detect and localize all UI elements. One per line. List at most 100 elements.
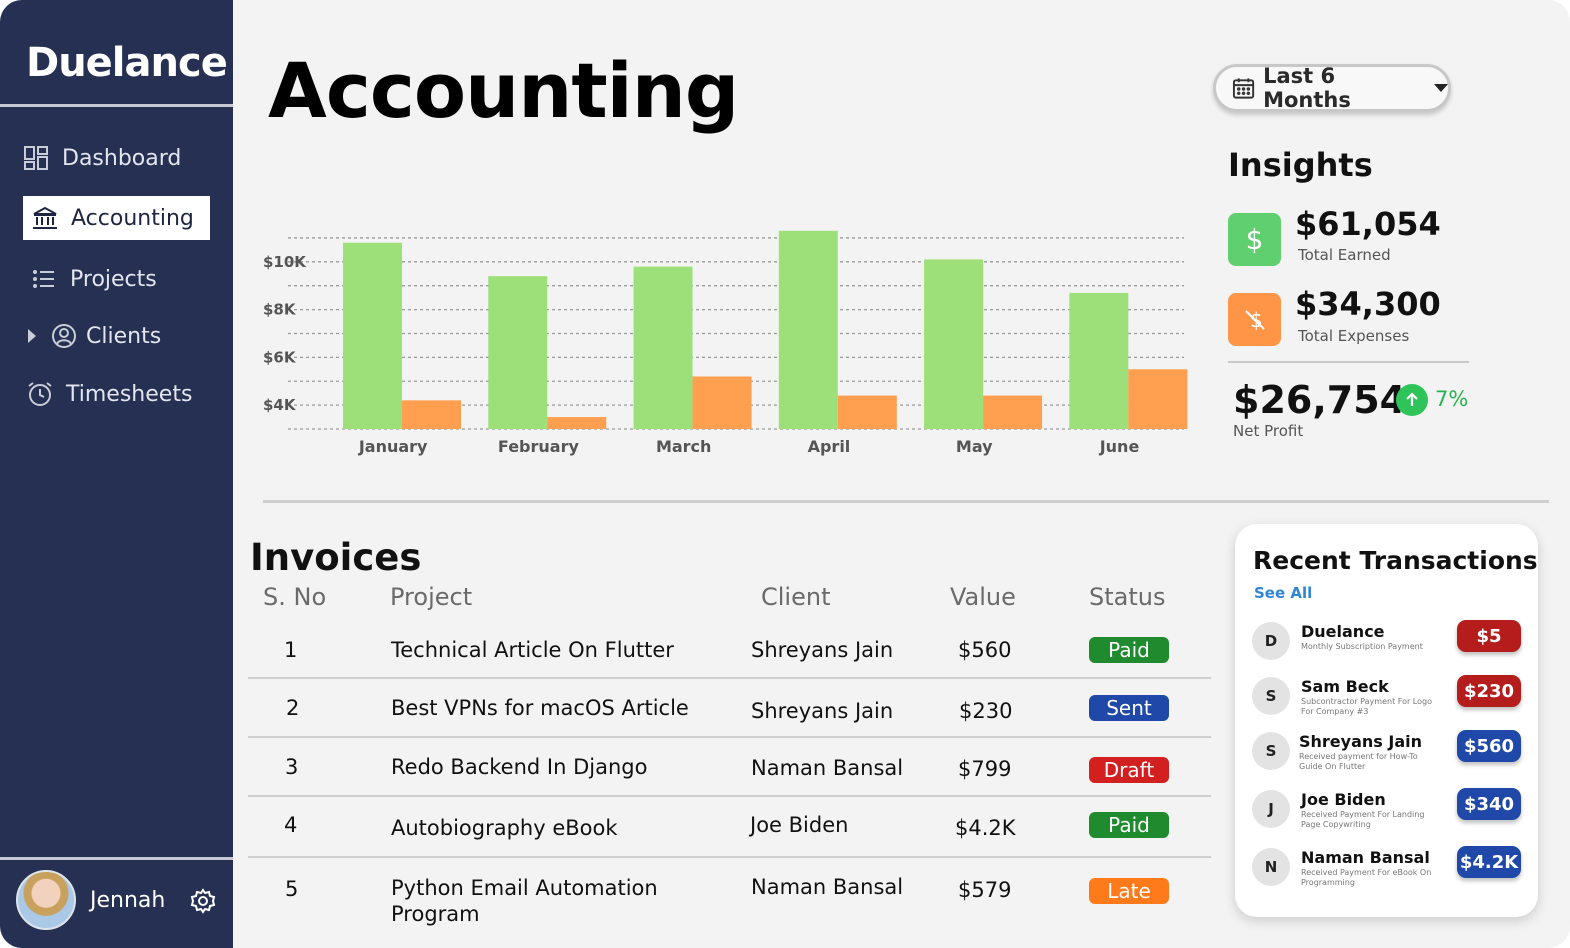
bar-expenses[interactable] (692, 376, 752, 429)
bar-earned[interactable] (778, 230, 838, 429)
bar-earned[interactable] (488, 276, 548, 429)
x-tick-label: February (498, 437, 580, 456)
sidebar-item-accounting[interactable]: Accounting (23, 196, 210, 240)
cell-value: $560 (958, 638, 1012, 662)
transaction-description: Received Payment For eBook On Programmin… (1301, 868, 1432, 887)
status-badge[interactable]: Late (1089, 878, 1169, 904)
bank-icon (31, 204, 59, 232)
transaction-description: Subcontractor Payment For Logo For Compa… (1301, 697, 1432, 716)
brand-logo[interactable]: Duelance (26, 40, 228, 86)
gear-icon[interactable] (190, 888, 216, 914)
transaction-description: Received payment for How-To Guide On Flu… (1299, 752, 1418, 771)
total-expenses-label: Total Expenses (1298, 327, 1410, 345)
sidebar-item-label: Projects (70, 266, 157, 292)
sidebar-divider (0, 857, 233, 860)
bar-expenses[interactable] (983, 395, 1043, 429)
sidebar-divider (0, 104, 233, 107)
transaction-item[interactable]: N Naman Bansal Received Payment For eBoo… (1252, 846, 1524, 890)
status-badge[interactable]: Sent (1089, 695, 1169, 721)
bar-earned[interactable] (924, 259, 984, 429)
transaction-description: Monthly Subscription Payment (1301, 642, 1423, 651)
arrow-up-icon (1396, 384, 1428, 416)
transaction-amount: $4.2K (1457, 846, 1521, 878)
bar-expenses[interactable] (837, 395, 897, 429)
sidebar: Duelance Dashboard Accounting Projects C… (0, 0, 233, 948)
user-name: Jennah (90, 887, 166, 913)
sidebar-item-dashboard[interactable]: Dashboard (22, 136, 181, 180)
column-header-client: Client (761, 583, 831, 611)
sidebar-item-label: Clients (86, 323, 162, 349)
transaction-item[interactable]: D Duelance Monthly Subscription Payment … (1252, 620, 1524, 664)
table-row[interactable]: 2 Best VPNs for macOS Article Shreyans J… (248, 681, 1211, 738)
section-divider (263, 500, 1549, 503)
bar-earned[interactable] (633, 266, 693, 429)
x-tick-label: January (358, 437, 428, 456)
table-row[interactable]: 4 Autobiography eBook Joe Biden $4.2K Pa… (248, 799, 1211, 858)
avatar[interactable] (16, 870, 76, 930)
cell-sno: 2 (286, 696, 300, 720)
transaction-item[interactable]: S Shreyans Jain Received payment for How… (1252, 730, 1524, 774)
x-tick-label: March (656, 437, 711, 456)
cell-client: Naman Bansal (751, 756, 904, 780)
avatar: D (1252, 622, 1290, 660)
net-profit-label: Net Profit (1233, 422, 1304, 440)
column-header-value: Value (950, 583, 1016, 611)
transaction-amount: $340 (1457, 788, 1521, 820)
no-dollar-icon: $ (1228, 293, 1281, 346)
transaction-description: Received Payment For Landing Page Copywr… (1301, 810, 1425, 829)
y-tick-label: $6K (263, 348, 297, 366)
income-expense-chart: $4K $6K $8K $10K January February March April Ma… (263, 230, 1188, 456)
invoices-title: Invoices (250, 536, 422, 579)
cell-project: Best VPNs for macOS Article (391, 696, 689, 720)
avatar: N (1252, 848, 1290, 886)
bar-expenses[interactable] (402, 400, 461, 429)
insights-title: Insights (1228, 146, 1373, 184)
transaction-name: Naman Bansal (1301, 848, 1430, 867)
see-all-link[interactable]: See All (1254, 584, 1312, 602)
transaction-name: Shreyans Jain (1299, 732, 1422, 751)
sidebar-item-projects[interactable]: Projects (30, 257, 157, 301)
bar-earned[interactable] (1069, 292, 1129, 429)
chevron-right-icon[interactable] (28, 329, 36, 343)
bar-expenses[interactable] (547, 417, 607, 429)
status-badge[interactable]: Paid (1089, 637, 1169, 663)
status-badge[interactable]: Paid (1089, 812, 1169, 838)
transaction-item[interactable]: J Joe Biden Received Payment For Landing… (1252, 788, 1524, 832)
column-header-status: Status (1089, 583, 1166, 611)
avatar: J (1252, 790, 1290, 828)
list-icon (30, 265, 58, 293)
bar-expenses[interactable] (1128, 369, 1188, 429)
cell-sno: 5 (285, 877, 299, 901)
cell-sno: 1 (284, 638, 298, 662)
bar-earned[interactable] (343, 242, 402, 429)
table-row[interactable]: 5 Python Email Automation Program Naman … (248, 860, 1211, 940)
transaction-amount: $230 (1457, 675, 1521, 707)
transaction-item[interactable]: S Sam Beck Subcontractor Payment For Log… (1252, 675, 1524, 719)
cell-client: Naman Bansal (751, 875, 904, 899)
sidebar-item-label: Accounting (71, 205, 194, 231)
total-earned-label: Total Earned (1298, 246, 1391, 264)
user-profile[interactable]: Jennah (16, 870, 165, 930)
alarm-clock-icon (26, 380, 54, 408)
cell-project: Technical Article On Flutter (391, 638, 674, 662)
sidebar-item-timesheets[interactable]: Timesheets (26, 372, 192, 416)
net-profit-value: $26,754 (1233, 378, 1407, 422)
table-row[interactable]: 1 Technical Article On Flutter Shreyans … (248, 624, 1211, 679)
cell-project: Redo Backend In Django (391, 755, 648, 779)
y-tick-label: $4K (263, 396, 297, 414)
cell-value: $799 (958, 757, 1012, 781)
transaction-name: Duelance (1301, 622, 1385, 641)
cell-sno: 3 (285, 755, 299, 779)
date-range-label: Last 6 Months (1263, 64, 1351, 112)
column-header-project: Project (390, 583, 473, 611)
sidebar-item-clients[interactable]: Clients (28, 314, 161, 358)
cell-value: $4.2K (955, 816, 1016, 840)
app-window: Duelance Dashboard Accounting Projects C… (0, 0, 1570, 948)
date-range-dropdown[interactable]: Last 6 Months (1213, 64, 1451, 112)
y-tick-label: $8K (263, 301, 297, 319)
table-row[interactable]: 3 Redo Backend In Django Naman Bansal $7… (248, 740, 1211, 797)
cell-client: Shreyans Jain (751, 699, 894, 723)
status-badge[interactable]: Draft (1089, 757, 1169, 783)
chevron-down-icon (1434, 84, 1448, 92)
calendar-icon (1232, 78, 1255, 99)
